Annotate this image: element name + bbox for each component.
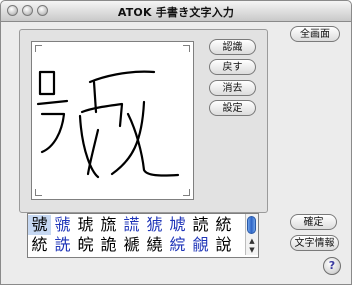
candidate-character[interactable]: 褫 bbox=[120, 235, 143, 255]
fullscreen-button[interactable]: 全画面 bbox=[290, 26, 340, 42]
candidate-character[interactable]: 統 bbox=[212, 215, 235, 235]
candidate-character[interactable]: 詭 bbox=[97, 235, 120, 255]
undo-button[interactable]: 戻す bbox=[209, 59, 256, 75]
candidate-character[interactable]: 綄 bbox=[166, 235, 189, 255]
confirm-button[interactable]: 確定 bbox=[290, 214, 337, 230]
candidate-character[interactable]: 旒 bbox=[97, 215, 120, 235]
candidate-character[interactable]: 虓 bbox=[166, 215, 189, 235]
candidate-scrollbar[interactable]: ▲ ▼ bbox=[245, 214, 258, 255]
handwritten-strokes bbox=[36, 70, 180, 179]
erase-button[interactable]: 消去 bbox=[209, 80, 256, 96]
candidate-character[interactable]: 覦 bbox=[189, 235, 212, 255]
candidate-character[interactable]: 詵 bbox=[51, 235, 74, 255]
candidate-list: 號虢琥旒謊猇虓読統 統詵皖詭褫繞綄覦說 ▲ ▼ bbox=[27, 213, 259, 258]
candidate-character[interactable]: 繞 bbox=[143, 235, 166, 255]
help-icon[interactable]: ? bbox=[323, 257, 341, 275]
scroll-up-arrow-icon[interactable]: ▲ bbox=[246, 237, 258, 245]
scroll-down-arrow-icon[interactable]: ▼ bbox=[246, 246, 258, 254]
candidate-row-1: 號虢琥旒謊猇虓読統 bbox=[28, 215, 235, 235]
settings-button[interactable]: 設定 bbox=[209, 100, 256, 116]
handwriting-canvas[interactable] bbox=[31, 41, 194, 200]
candidate-character[interactable]: 謊 bbox=[120, 215, 143, 235]
candidate-character[interactable]: 読 bbox=[189, 215, 212, 235]
candidate-character[interactable]: 統 bbox=[28, 235, 51, 255]
title-bar[interactable]: ATOK 手書き文字入力 bbox=[1, 1, 351, 22]
candidate-character[interactable]: 琥 bbox=[74, 215, 97, 235]
character-info-button[interactable]: 文字情報 bbox=[290, 235, 339, 251]
handwriting-input-window: ATOK 手書き文字入力 認識 戻す 消去 設定 全画面 號虢琥 旒 謊 猇 虓… bbox=[0, 0, 352, 285]
candidate-character[interactable]: 說 bbox=[212, 235, 235, 255]
scrollbar-thumb[interactable] bbox=[247, 216, 256, 234]
recognize-button[interactable]: 認識 bbox=[209, 39, 256, 55]
candidate-character[interactable]: 虢 bbox=[51, 215, 74, 235]
candidate-character[interactable]: 皖 bbox=[74, 235, 97, 255]
candidate-row-2: 統詵皖詭褫繞綄覦說 bbox=[28, 235, 235, 255]
candidate-character[interactable]: 猇 bbox=[143, 215, 166, 235]
window-title: ATOK 手書き文字入力 bbox=[117, 6, 235, 19]
candidate-character[interactable]: 號 bbox=[28, 215, 51, 235]
